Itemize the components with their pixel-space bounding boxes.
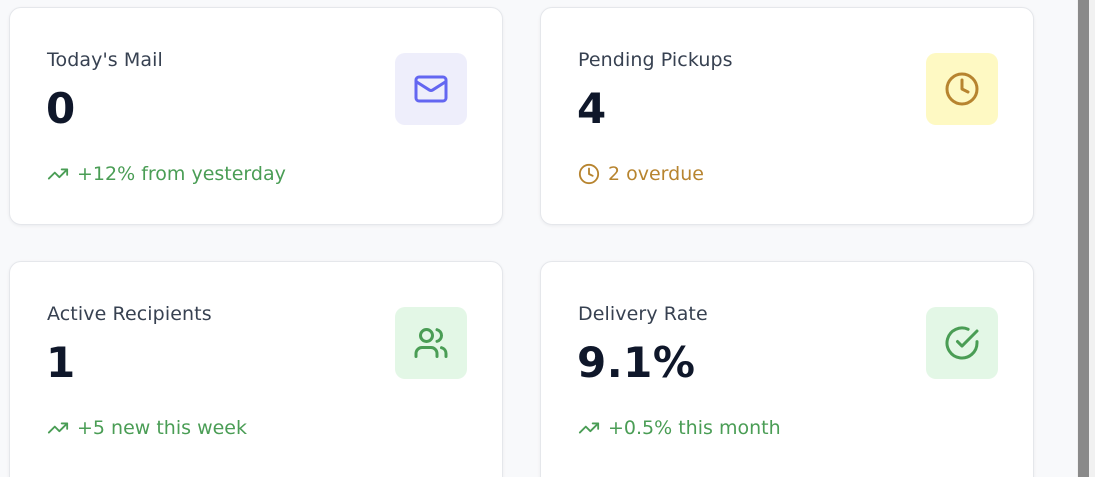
mail-icon bbox=[414, 75, 448, 103]
stat-value: 1 bbox=[46, 338, 76, 387]
dashboard-stats-page: Today's Mail 0 +12% from yesterday Pendi… bbox=[0, 0, 1095, 477]
stat-value: 9.1% bbox=[577, 338, 696, 387]
stat-trend-text: +5 new this week bbox=[77, 417, 247, 439]
vertical-scrollbar[interactable] bbox=[1077, 0, 1095, 477]
clock-icon-box bbox=[926, 53, 998, 125]
stat-card-pending-pickups: Pending Pickups 4 2 overdue bbox=[540, 7, 1034, 225]
stat-trend: +0.5% this month bbox=[578, 417, 781, 439]
stat-value: 4 bbox=[577, 84, 607, 133]
scrollbar-thumb[interactable] bbox=[1078, 0, 1089, 477]
mail-icon-box bbox=[395, 53, 467, 125]
stat-card-active-recipients: Active Recipients 1 +5 new this week bbox=[9, 261, 503, 477]
stat-label: Pending Pickups bbox=[578, 49, 733, 71]
stat-label: Delivery Rate bbox=[578, 303, 708, 325]
stat-trend: +12% from yesterday bbox=[47, 163, 286, 185]
stat-trend-text: +12% from yesterday bbox=[77, 163, 286, 185]
trending-up-icon bbox=[578, 417, 600, 439]
trending-up-icon bbox=[47, 417, 69, 439]
stat-trend: +5 new this week bbox=[47, 417, 247, 439]
stat-trend-text: 2 overdue bbox=[608, 163, 704, 185]
check-circle-icon bbox=[945, 326, 979, 360]
check-circle-icon-box bbox=[926, 307, 998, 379]
trending-up-icon bbox=[47, 163, 69, 185]
stat-card-delivery-rate: Delivery Rate 9.1% +0.5% this month bbox=[540, 261, 1034, 477]
clock-icon bbox=[945, 72, 979, 106]
users-icon bbox=[414, 328, 448, 358]
stat-trend-text: +0.5% this month bbox=[608, 417, 781, 439]
stat-label: Active Recipients bbox=[47, 303, 212, 325]
stat-value: 0 bbox=[46, 84, 76, 133]
stat-label: Today's Mail bbox=[47, 49, 163, 71]
users-icon-box bbox=[395, 307, 467, 379]
stat-trend: 2 overdue bbox=[578, 163, 704, 185]
clock-icon bbox=[578, 163, 600, 185]
stat-card-todays-mail: Today's Mail 0 +12% from yesterday bbox=[9, 7, 503, 225]
